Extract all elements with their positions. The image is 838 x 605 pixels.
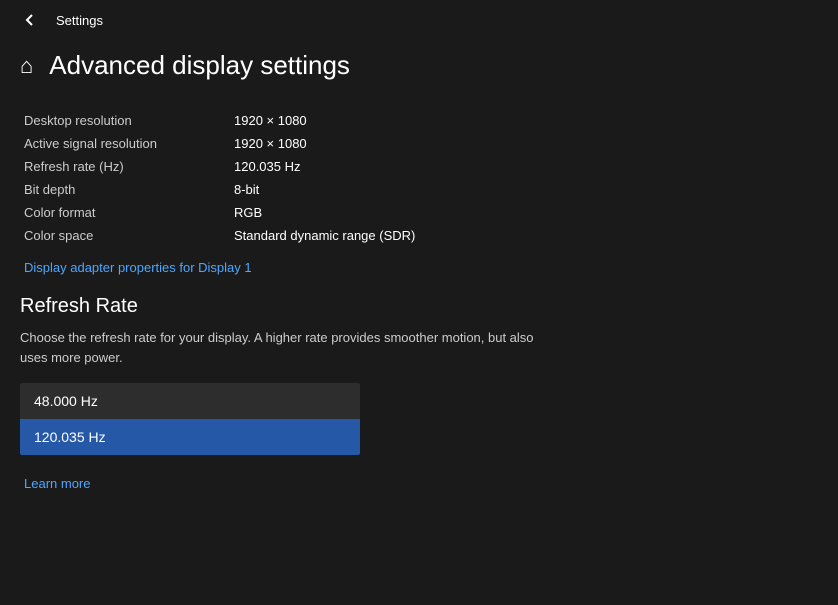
- row-value: RGB: [234, 205, 262, 220]
- row-value: Standard dynamic range (SDR): [234, 228, 415, 243]
- display-info-table: Desktop resolution 1920 × 1080 Active si…: [20, 109, 818, 247]
- table-row: Active signal resolution 1920 × 1080: [24, 132, 818, 155]
- refresh-rate-section-title: Refresh Rate: [20, 295, 818, 318]
- refresh-rate-description: Choose the refresh rate for your display…: [20, 328, 560, 367]
- back-arrow-icon: [22, 12, 38, 28]
- table-row: Desktop resolution 1920 × 1080: [24, 109, 818, 132]
- learn-more-link[interactable]: Learn more: [20, 476, 90, 491]
- adapter-properties-link[interactable]: Display adapter properties for Display 1: [20, 260, 252, 275]
- row-label: Color space: [24, 228, 234, 243]
- table-row: Color space Standard dynamic range (SDR): [24, 224, 818, 247]
- row-label: Bit depth: [24, 182, 234, 197]
- title-bar-label: Settings: [56, 13, 103, 28]
- row-label: Refresh rate (Hz): [24, 159, 234, 174]
- row-label: Active signal resolution: [24, 136, 234, 151]
- row-label: Desktop resolution: [24, 113, 234, 128]
- page-title: Advanced display settings: [49, 50, 350, 81]
- row-value: 1920 × 1080: [234, 136, 307, 151]
- home-icon: ⌂: [20, 53, 33, 79]
- row-value: 1920 × 1080: [234, 113, 307, 128]
- row-value: 120.035 Hz: [234, 159, 301, 174]
- rate-option-120hz[interactable]: 120.035 Hz: [20, 419, 360, 455]
- table-row: Bit depth 8-bit: [24, 178, 818, 201]
- rate-option-48hz[interactable]: 48.000 Hz: [20, 383, 360, 419]
- page-header: ⌂ Advanced display settings: [20, 50, 818, 89]
- row-label: Color format: [24, 205, 234, 220]
- refresh-rate-list: 48.000 Hz 120.035 Hz: [20, 383, 360, 455]
- row-value: 8-bit: [234, 182, 259, 197]
- table-row: Color format RGB: [24, 201, 818, 224]
- main-content: ⌂ Advanced display settings Desktop reso…: [0, 40, 838, 513]
- back-button[interactable]: [16, 6, 44, 34]
- table-row: Refresh rate (Hz) 120.035 Hz: [24, 155, 818, 178]
- title-bar: Settings: [0, 0, 838, 40]
